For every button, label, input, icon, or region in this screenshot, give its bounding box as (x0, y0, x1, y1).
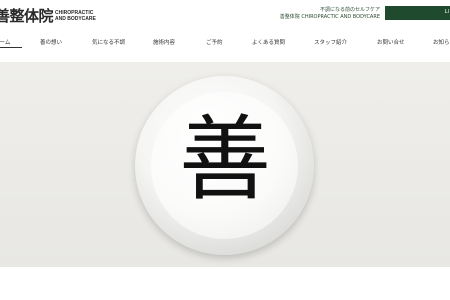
logo-name-en: CHIROPRACTIC AND BODYCARE (55, 10, 96, 22)
logo-name-jp: 善整体院 (0, 7, 54, 25)
nav-item-philosophy[interactable]: 善の想い (40, 38, 62, 46)
main-nav: ホーム 善の想い 気になる不調 施術内容 ご予約 よくある質問 スタッフ紹介 お… (0, 26, 450, 56)
logo-en-line2: AND BODYCARE (55, 15, 96, 22)
tagline-line1: 不調になる前のセルフケア (319, 7, 380, 13)
line-cta-button[interactable]: LI (385, 6, 450, 20)
site-logo[interactable]: 善整体院 CHIROPRACTIC AND BODYCARE (0, 5, 96, 26)
site-header: 善整体院 CHIROPRACTIC AND BODYCARE 不調になる前のセル… (0, 0, 450, 26)
nav-active-underline (0, 47, 22, 48)
nav-item-staff[interactable]: スタッフ紹介 (314, 38, 347, 46)
sign-kanji: 善 (178, 106, 271, 213)
nav-item-treatments[interactable]: 施術内容 (153, 38, 175, 46)
nav-item-faq[interactable]: よくある質問 (252, 38, 285, 46)
nav-item-contact[interactable]: お問い合せ (377, 38, 405, 46)
nav-item-home[interactable]: ホーム (0, 38, 10, 46)
hero-image: 善 (0, 62, 450, 267)
cta-label: LI (444, 9, 449, 15)
page-bottom (0, 267, 450, 300)
nav-item-news[interactable]: お知ら (433, 38, 450, 46)
nav-item-reservation[interactable]: ご予約 (206, 38, 223, 46)
nav-item-symptoms[interactable]: 気になる不調 (92, 38, 125, 46)
header-tagline: 不調になる前のセルフケア 善整体院 CHIROPRACTIC AND BODYC… (280, 7, 380, 21)
tagline-line2: 善整体院 CHIROPRACTIC AND BODYCARE (279, 14, 380, 20)
